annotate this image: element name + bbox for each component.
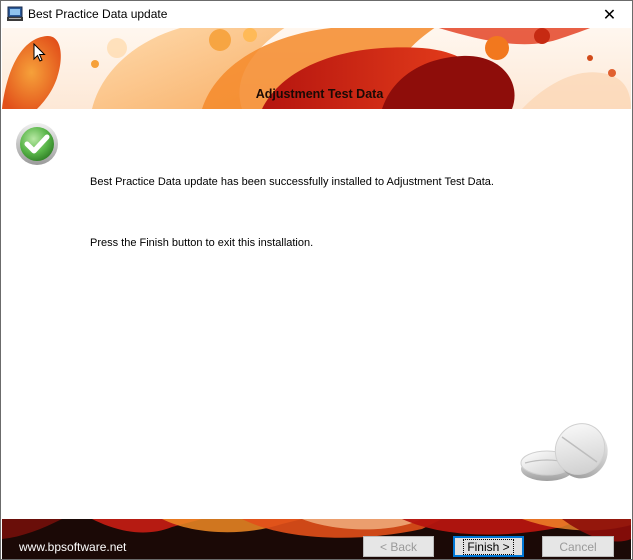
footer-bar: www.bpsoftware.net < Back Finish > Cance… — [2, 519, 631, 559]
finish-button[interactable]: Finish > — [453, 536, 524, 557]
cancel-button[interactable]: Cancel — [542, 536, 614, 557]
finish-instruction: Press the Finish button to exit this ins… — [90, 237, 314, 249]
close-icon: ✕ — [602, 6, 617, 24]
title-bar: Best Practice Data update ✕ — [1, 1, 632, 28]
window-title: Best Practice Data update — [28, 7, 168, 21]
back-button[interactable]: < Back — [363, 536, 434, 557]
website-link: www.bpsoftware.net — [19, 540, 127, 554]
close-button[interactable]: ✕ — [587, 1, 632, 28]
pills-icon — [517, 417, 617, 492]
mouse-cursor-icon — [33, 42, 47, 68]
back-button-label: < Back — [379, 539, 418, 554]
checkmark-icon — [14, 121, 60, 172]
installed-message: Best Practice Data update has been succe… — [90, 176, 494, 188]
header-banner: Adjustment Test Data — [2, 28, 631, 109]
installer-window: Best Practice Data update ✕ Adjustment T… — [0, 0, 633, 560]
finish-button-label: Finish > — [463, 538, 514, 555]
installer-app-icon — [7, 6, 23, 22]
cancel-button-label: Cancel — [559, 539, 597, 554]
content-area: Best Practice Data update has been succe… — [2, 109, 631, 519]
banner-title: Adjustment Test Data — [255, 87, 384, 101]
